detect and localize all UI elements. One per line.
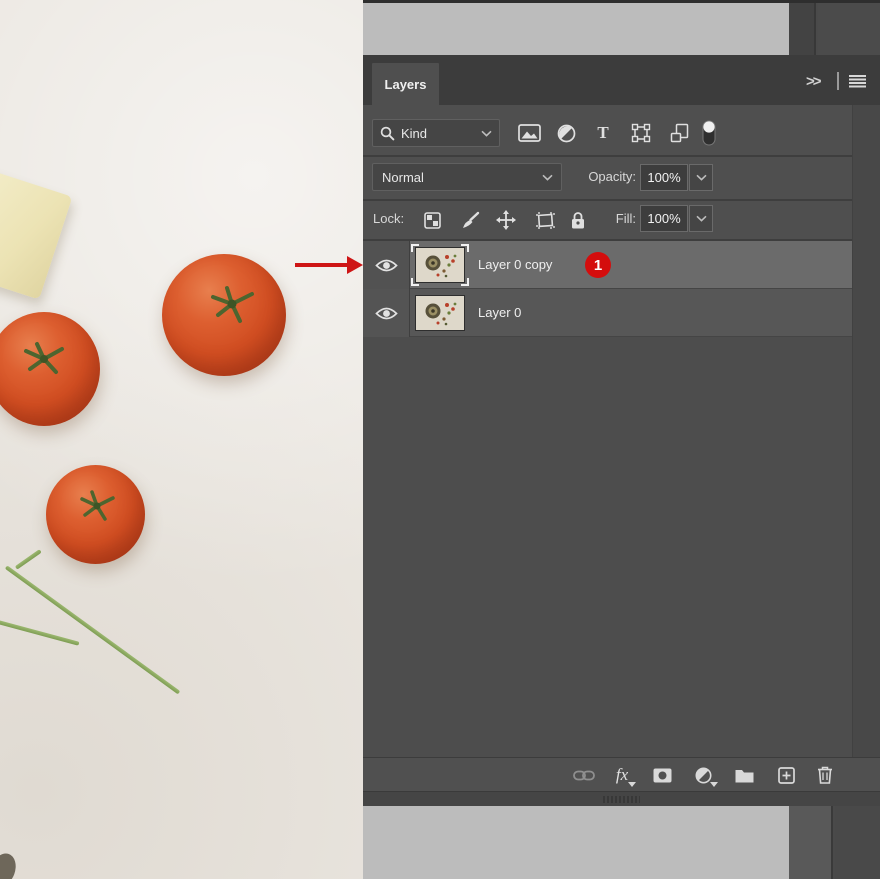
adjustment-layers-filter-icon[interactable] — [553, 118, 579, 148]
opacity-value-field[interactable]: 100% — [640, 164, 688, 191]
chive-stem — [14, 549, 42, 570]
fx-dropdown-arrow — [628, 782, 636, 787]
adjustment-dropdown-arrow — [710, 782, 718, 787]
thumbnail-image — [415, 295, 465, 331]
filter-kind-label: Kind — [401, 125, 428, 141]
chive-stem — [0, 619, 80, 646]
layers-list-empty-area — [363, 337, 852, 757]
document-canvas-photo — [0, 0, 363, 879]
search-icon — [380, 126, 395, 140]
visibility-cell[interactable] — [363, 241, 410, 289]
lock-position-icon[interactable] — [493, 207, 519, 233]
tab-layers[interactable]: Layers — [372, 63, 439, 105]
corner-object — [0, 849, 21, 879]
pixel-layers-filter-icon[interactable] — [516, 118, 542, 148]
blend-mode-value: Normal — [382, 169, 424, 185]
layer-row-layer-0-copy[interactable]: Layer 0 copy 1 — [363, 241, 852, 289]
filter-kind-dropdown[interactable]: Kind — [372, 119, 500, 147]
tomato-stem — [24, 342, 64, 374]
blend-mode-dropdown[interactable]: Normal — [372, 163, 562, 191]
new-layer-icon[interactable] — [772, 763, 800, 787]
chevron-down-icon — [695, 174, 707, 181]
fill-label: Fill: — [615, 211, 636, 226]
separator — [363, 155, 880, 157]
layer-styles-fx-icon[interactable]: fx — [608, 763, 636, 787]
dock-edge — [789, 3, 816, 55]
layer-name[interactable]: Layer 0 — [478, 289, 521, 337]
fill-dropdown-button[interactable] — [689, 205, 713, 232]
chevron-down-icon — [695, 215, 707, 222]
tomato-left — [0, 312, 100, 426]
annotation-arrow-head — [347, 256, 363, 274]
lock-label: Lock: — [373, 211, 405, 226]
new-adjustment-layer-icon[interactable] — [689, 763, 718, 787]
layer-name[interactable]: Layer 0 copy — [478, 241, 552, 289]
thumbnail-image — [415, 247, 465, 283]
layer-thumbnail-selected[interactable] — [411, 244, 469, 286]
panel-menu-icon[interactable] — [849, 75, 866, 88]
chevron-down-icon — [542, 174, 553, 181]
lock-transparent-pixels-icon[interactable] — [419, 207, 445, 233]
layer-thumbnail[interactable] — [411, 292, 469, 334]
add-layer-mask-icon[interactable] — [648, 763, 676, 787]
panel-right-gutter — [852, 105, 880, 757]
panel-resize-strip — [363, 791, 880, 806]
divider — [837, 72, 839, 90]
shape-layers-filter-icon[interactable] — [628, 118, 654, 148]
link-layers-icon[interactable] — [570, 763, 598, 787]
tomato-small — [46, 465, 145, 564]
opacity-dropdown-button[interactable] — [689, 164, 713, 191]
panel-resize-gripper[interactable] — [603, 796, 640, 803]
delete-layer-trash-icon[interactable] — [811, 763, 839, 787]
lock-image-pixels-brush-icon[interactable] — [457, 207, 483, 233]
annotation-arrow-shaft — [295, 263, 349, 267]
document-area-top — [363, 3, 789, 55]
new-group-folder-icon[interactable] — [730, 763, 758, 787]
panel-tab-bar: Layers >> — [363, 55, 880, 105]
eye-icon[interactable] — [374, 306, 398, 321]
cheese-wedge — [0, 168, 73, 300]
layer-row-layer-0[interactable]: Layer 0 — [363, 289, 852, 337]
separator — [363, 199, 880, 201]
smart-objects-filter-icon[interactable] — [666, 118, 692, 148]
layers-list: Layer 0 copy 1 Layer 0 — [363, 241, 880, 337]
collapse-to-icons-button[interactable]: >> — [806, 73, 821, 90]
visibility-cell[interactable] — [363, 289, 410, 337]
tomato-large — [162, 254, 286, 376]
dock-column — [835, 806, 880, 879]
layers-panel-toolbar: fx — [363, 757, 880, 791]
photoshop-window: Layers >> Kind T Normal Opacity: 100% Lo… — [0, 0, 880, 879]
fill-value-field[interactable]: 100% — [640, 205, 688, 232]
filter-toggle-icon[interactable] — [696, 118, 722, 148]
lock-artboard-nesting-icon[interactable] — [532, 207, 558, 233]
eye-icon[interactable] — [374, 258, 398, 273]
annotation-step-badge: 1 — [585, 252, 611, 278]
dock-edge — [789, 806, 833, 879]
dock-column — [818, 3, 880, 55]
opacity-label: Opacity: — [588, 169, 636, 184]
chevron-down-icon — [481, 130, 492, 137]
tomato-stem — [211, 286, 254, 323]
document-area-bottom — [363, 806, 789, 879]
layers-panel: Layers >> Kind T Normal Opacity: 100% Lo… — [363, 55, 880, 806]
type-layers-filter-icon[interactable]: T — [590, 118, 616, 148]
tomato-stem — [80, 490, 115, 521]
